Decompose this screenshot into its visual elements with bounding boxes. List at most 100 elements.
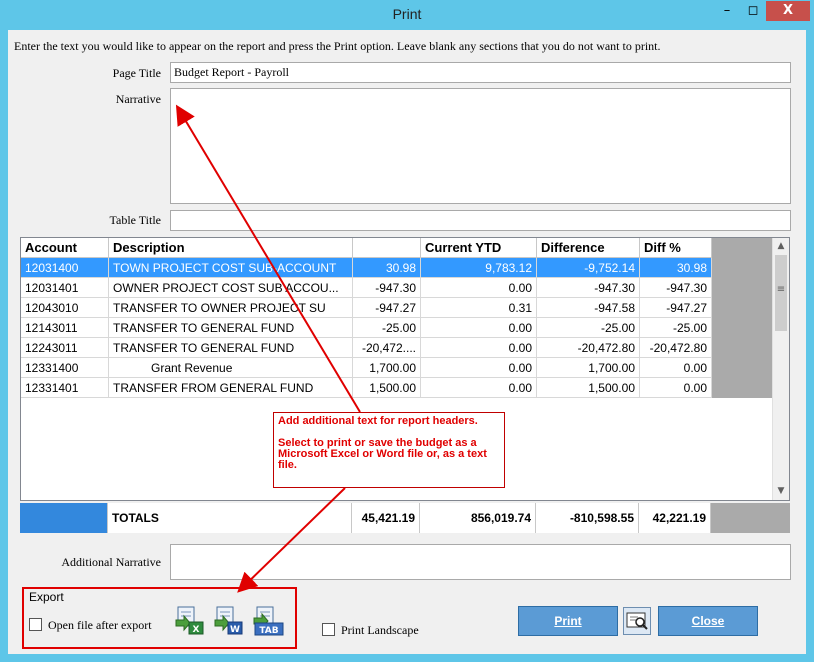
table-cell: 0.00 bbox=[640, 378, 712, 398]
dialog-body: Enter the text you would like to appear … bbox=[8, 30, 806, 654]
table-cell: 0.00 bbox=[421, 338, 537, 358]
instructions-text: Enter the text you would like to appear … bbox=[14, 39, 661, 53]
title-bar: Print – ◻ X bbox=[0, 0, 814, 30]
word-icon-tag: W bbox=[230, 625, 240, 635]
table-cell: -947.30 bbox=[537, 278, 640, 298]
callout-line-2: Select to print or save the budget as a … bbox=[278, 437, 487, 471]
table-cell: 12031400 bbox=[21, 258, 109, 278]
table-cell: 30.98 bbox=[353, 258, 421, 278]
table-cell: -947.27 bbox=[353, 298, 421, 318]
maximize-button[interactable]: ◻ bbox=[740, 1, 766, 21]
callout-line-1: Add additional text for report headers. bbox=[278, 415, 478, 427]
table-row[interactable]: 12043010 TRANSFER TO OWNER PROJECT SU -947… bbox=[21, 298, 712, 318]
tab-export-icon[interactable]: TAB bbox=[253, 606, 284, 636]
scroll-down-icon[interactable]: ▼ bbox=[773, 483, 789, 500]
col-header-budget[interactable] bbox=[353, 238, 421, 258]
table-cell: 12243011 bbox=[21, 338, 109, 358]
table-cell: TRANSFER TO OWNER PROJECT SU bbox=[109, 298, 353, 318]
table-cell: 12143011 bbox=[21, 318, 109, 338]
table-cell: 12043010 bbox=[21, 298, 109, 318]
minimize-button[interactable]: – bbox=[714, 1, 740, 21]
table-cell: -9,752.14 bbox=[537, 258, 640, 278]
table-body: 12031400 TOWN PROJECT COST SUB-ACCOUNT 30.… bbox=[21, 258, 712, 398]
table-cell: -20,472.... bbox=[353, 338, 421, 358]
table-title-label: Table Title bbox=[109, 213, 162, 227]
table-cell: TRANSFER TO GENERAL FUND bbox=[109, 318, 353, 338]
totals-difference: -810,598.55 bbox=[536, 503, 639, 533]
print-landscape-checkbox[interactable] bbox=[322, 623, 335, 636]
print-preview-icon bbox=[626, 612, 648, 630]
table-cell: 0.00 bbox=[421, 318, 537, 338]
table-cell: 12331400 bbox=[21, 358, 109, 378]
table-cell: -25.00 bbox=[353, 318, 421, 338]
totals-label: TOTALS bbox=[108, 503, 352, 533]
table-cell: 0.00 bbox=[421, 278, 537, 298]
print-landscape-label: Print Landscape bbox=[341, 623, 419, 637]
table-row[interactable]: 12031401 OWNER PROJECT COST SUB ACCOU... -… bbox=[21, 278, 712, 298]
scroll-grip-icon: ≡ bbox=[776, 284, 786, 295]
table-cell: 0.00 bbox=[640, 358, 712, 378]
col-header-current-ytd[interactable]: Current YTD bbox=[421, 238, 537, 258]
table-scrollbar[interactable]: ▲ ≡ ▼ bbox=[772, 238, 789, 500]
open-after-export-label: Open file after export bbox=[48, 618, 152, 632]
table-cell: 1,500.00 bbox=[353, 378, 421, 398]
table-cell: 12331401 bbox=[21, 378, 109, 398]
table-cell: -25.00 bbox=[537, 318, 640, 338]
table-title-input[interactable] bbox=[170, 210, 791, 231]
col-header-description[interactable]: Description bbox=[109, 238, 353, 258]
additional-narrative-textarea[interactable] bbox=[170, 544, 791, 580]
totals-diff-pct: 42,221.19 bbox=[639, 503, 711, 533]
table-cell: -25.00 bbox=[640, 318, 712, 338]
tab-icon-tag: TAB bbox=[259, 626, 278, 636]
table-cell: 0.31 bbox=[421, 298, 537, 318]
table-cell: -20,472.80 bbox=[537, 338, 640, 358]
window-controls: – ◻ X bbox=[714, 1, 810, 21]
export-group: Export Open file after export X W TAB bbox=[22, 587, 297, 649]
table-header: Account Description Current YTD Differen… bbox=[21, 238, 712, 258]
table-row[interactable]: 12143011 TRANSFER TO GENERAL FUND -25.00 0.… bbox=[21, 318, 712, 338]
narrative-label: Narrative bbox=[115, 92, 161, 106]
narrative-textarea[interactable] bbox=[170, 88, 791, 204]
page-title-label: Page Title bbox=[112, 66, 161, 80]
excel-icon-tag: X bbox=[193, 625, 200, 635]
open-after-export-checkbox[interactable] bbox=[29, 618, 42, 631]
table-cell: -947.30 bbox=[353, 278, 421, 298]
annotation-callout: Add additional text for report headers. … bbox=[273, 412, 505, 488]
word-export-icon[interactable]: W bbox=[214, 606, 244, 636]
table-cell: TRANSFER TO GENERAL FUND bbox=[109, 338, 353, 358]
table-cell: -20,472.80 bbox=[640, 338, 712, 358]
table-cell: 1,700.00 bbox=[537, 358, 640, 378]
excel-export-icon[interactable]: X bbox=[175, 606, 205, 636]
table-row[interactable]: 12331401 TRANSFER FROM GENERAL FUND 1,500.… bbox=[21, 378, 712, 398]
table-cell: 12031401 bbox=[21, 278, 109, 298]
table-cell: 30.98 bbox=[640, 258, 712, 278]
table-row[interactable]: 12243011 TRANSFER TO GENERAL FUND -20,472.… bbox=[21, 338, 712, 358]
col-header-diff-pct[interactable]: Diff % bbox=[640, 238, 712, 258]
table-cell: -947.58 bbox=[537, 298, 640, 318]
table-row[interactable]: 12031400 TOWN PROJECT COST SUB-ACCOUNT 30.… bbox=[21, 258, 712, 278]
close-button[interactable]: Close bbox=[658, 606, 758, 636]
close-window-button[interactable]: X bbox=[766, 1, 810, 21]
table-cell: 0.00 bbox=[421, 358, 537, 378]
export-group-label: Export bbox=[29, 590, 64, 604]
scroll-up-icon[interactable]: ▲ bbox=[773, 238, 789, 255]
table-cell: TRANSFER FROM GENERAL FUND bbox=[109, 378, 353, 398]
table-cell: -947.30 bbox=[640, 278, 712, 298]
totals-row: TOTALS 45,421.19 856,019.74 -810,598.55 … bbox=[20, 503, 790, 533]
col-header-account[interactable]: Account bbox=[21, 238, 109, 258]
col-header-difference[interactable]: Difference bbox=[537, 238, 640, 258]
totals-current-ytd: 856,019.74 bbox=[420, 503, 536, 533]
print-preview-button[interactable] bbox=[623, 607, 651, 635]
table-cell: 0.00 bbox=[421, 378, 537, 398]
grid-empty-area bbox=[711, 238, 774, 398]
table-cell: 9,783.12 bbox=[421, 258, 537, 278]
table-cell: 1,500.00 bbox=[537, 378, 640, 398]
totals-blank-cell bbox=[20, 503, 108, 533]
table-cell: -947.27 bbox=[640, 298, 712, 318]
page-title-input[interactable]: Budget Report - Payroll bbox=[170, 62, 791, 83]
table-cell: Grant Revenue bbox=[109, 358, 353, 378]
table-row[interactable]: 12331400 Grant Revenue 1,700.00 0.00 1,700.0… bbox=[21, 358, 712, 378]
table-cell: 1,700.00 bbox=[353, 358, 421, 378]
print-button[interactable]: Print bbox=[518, 606, 618, 636]
table-cell: OWNER PROJECT COST SUB ACCOU... bbox=[109, 278, 353, 298]
